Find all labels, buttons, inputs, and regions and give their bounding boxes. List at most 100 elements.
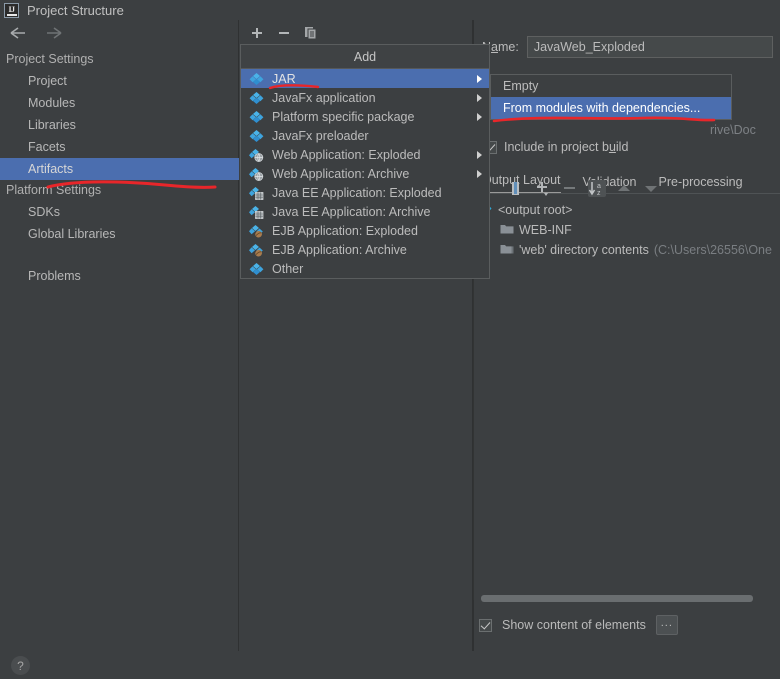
output-layout-toolbar: a z bbox=[480, 177, 780, 199]
add-artifact-button[interactable] bbox=[249, 25, 265, 41]
menu-item-other[interactable]: Other bbox=[241, 259, 489, 278]
artifact-gem-icon bbox=[249, 91, 264, 105]
menu-item-label: Java EE Application: Archive bbox=[272, 204, 431, 219]
remove-element-icon[interactable] bbox=[561, 180, 579, 197]
web-artifact-icon bbox=[249, 167, 264, 181]
logo-text: IJ bbox=[8, 5, 15, 14]
output-layout-tree: <output root> WEB-INF 'web' directory co… bbox=[482, 200, 780, 260]
javaee-artifact-icon bbox=[249, 186, 264, 200]
add-element-icon[interactable] bbox=[534, 180, 552, 197]
menu-item-jar[interactable]: JAR bbox=[241, 69, 489, 88]
sidebar-item-libraries[interactable]: Libraries bbox=[0, 114, 238, 136]
sidebar-group-platform-settings: Platform Settings bbox=[6, 183, 102, 197]
copy-artifact-button[interactable] bbox=[303, 25, 319, 41]
menu-item-ejb-application-exploded[interactable]: EJB Application: Exploded bbox=[241, 221, 489, 240]
menu-item-web-application-archive[interactable]: Web Application: Archive bbox=[241, 164, 489, 183]
include-in-build-row[interactable]: Include in project build bbox=[484, 140, 628, 154]
sidebar-item-artifacts[interactable]: Artifacts bbox=[0, 158, 239, 180]
add-menu-title: Add bbox=[241, 45, 489, 69]
menu-item-java-ee-application-archive[interactable]: Java EE Application: Archive bbox=[241, 202, 489, 221]
sort-alphabetically-icon[interactable]: a z bbox=[588, 179, 606, 197]
artifact-gem-icon bbox=[249, 72, 264, 86]
more-options-button[interactable]: ... bbox=[655, 615, 678, 635]
back-arrow-icon[interactable] bbox=[8, 25, 28, 41]
archive-icon[interactable] bbox=[507, 180, 525, 197]
chevron-right-icon bbox=[477, 150, 482, 159]
tree-row-label: WEB-INF bbox=[519, 223, 572, 237]
intellij-logo-icon: IJ bbox=[4, 2, 19, 18]
horizontal-scrollbar-track[interactable] bbox=[474, 594, 780, 603]
name-field-overflow-path: rive\Doc bbox=[710, 123, 756, 137]
menu-item-label: JavaFx application bbox=[272, 90, 376, 105]
menu-item-label: EJB Application: Exploded bbox=[272, 223, 418, 238]
menu-item-javafx-preloader[interactable]: JavaFx preloader bbox=[241, 126, 489, 145]
artifact-name-row: Name: bbox=[482, 36, 773, 58]
sidebar-navbar bbox=[0, 20, 238, 46]
menu-item-label: Web Application: Exploded bbox=[272, 147, 421, 162]
ejb-artifact-icon bbox=[249, 243, 264, 257]
web-artifact-icon bbox=[249, 148, 264, 162]
settings-tree: Project Settings Project Modules Librari… bbox=[0, 49, 239, 287]
move-up-icon[interactable] bbox=[615, 180, 633, 197]
chevron-right-icon bbox=[477, 74, 482, 83]
tree-row-web-inf[interactable]: WEB-INF bbox=[482, 220, 780, 240]
horizontal-scrollbar-thumb[interactable] bbox=[481, 595, 753, 602]
chevron-right-icon bbox=[477, 93, 482, 102]
sidebar-item-sdks[interactable]: SDKs bbox=[0, 201, 238, 223]
menu-item-label: EJB Application: Archive bbox=[272, 242, 407, 257]
include-in-build-label: Include in project build bbox=[504, 140, 629, 154]
sidebar-item-problems[interactable]: Problems bbox=[0, 265, 238, 287]
add-artifact-popup-menu: Add JAR JavaFx application Platform spec… bbox=[240, 44, 490, 279]
artifact-gem-icon bbox=[249, 262, 264, 276]
javaee-artifact-icon bbox=[249, 205, 264, 219]
sidebar-item-modules[interactable]: Modules bbox=[0, 92, 238, 114]
menu-item-label: JavaFx preloader bbox=[272, 128, 369, 143]
menu-item-label: Platform specific package bbox=[272, 109, 415, 124]
forward-arrow-icon[interactable] bbox=[44, 25, 64, 41]
menu-item-label: JAR bbox=[272, 71, 296, 86]
menu-item-label: Other bbox=[272, 261, 304, 276]
folder-icon bbox=[500, 223, 514, 238]
artifact-gem-icon bbox=[249, 110, 264, 124]
tree-row-path: (C:\Users\26556\One bbox=[653, 243, 772, 257]
tree-row-output-root[interactable]: <output root> bbox=[482, 200, 780, 220]
dialog-footer: ? bbox=[0, 651, 780, 679]
jar-submenu: Empty From modules with dependencies... bbox=[490, 74, 732, 120]
chevron-right-icon bbox=[477, 112, 482, 121]
tree-row-label: 'web' directory contents bbox=[519, 243, 649, 257]
menu-item-platform-specific-package[interactable]: Platform specific package bbox=[241, 107, 489, 126]
tree-row-label: <output root> bbox=[498, 203, 573, 217]
menu-item-java-ee-application-exploded[interactable]: Java EE Application: Exploded bbox=[241, 183, 489, 202]
menu-item-ejb-application-archive[interactable]: EJB Application: Archive bbox=[241, 240, 489, 259]
tree-row-web-directory-contents[interactable]: 'web' directory contents (C:\Users\26556… bbox=[482, 240, 780, 260]
svg-text:a: a bbox=[597, 183, 601, 190]
sidebar-item-facets[interactable]: Facets bbox=[0, 136, 238, 158]
move-down-icon[interactable] bbox=[642, 180, 660, 197]
sidebar-item-global-libraries[interactable]: Global Libraries bbox=[0, 223, 238, 245]
artifact-gem-icon bbox=[249, 129, 264, 143]
artifacts-toolbar bbox=[239, 20, 472, 46]
folder-copy-icon bbox=[500, 243, 514, 258]
remove-artifact-button[interactable] bbox=[276, 25, 292, 41]
settings-sidebar: Project Settings Project Modules Librari… bbox=[0, 20, 239, 651]
artifact-name-input[interactable] bbox=[526, 36, 773, 58]
show-content-of-elements-checkbox[interactable] bbox=[479, 618, 492, 632]
window-title: Project Structure bbox=[27, 2, 124, 18]
menu-item-javafx-application[interactable]: JavaFx application bbox=[241, 88, 489, 107]
project-structure-dialog: IJ Project Structure Project Settings Pr… bbox=[0, 0, 780, 679]
sidebar-item-project[interactable]: Project bbox=[0, 70, 238, 92]
chevron-right-icon bbox=[477, 169, 482, 178]
show-content-row: Show content of elements ... bbox=[479, 615, 678, 635]
menu-item-web-application-exploded[interactable]: Web Application: Exploded bbox=[241, 145, 489, 164]
menu-item-label: Web Application: Archive bbox=[272, 166, 410, 181]
show-content-of-elements-label: Show content of elements bbox=[502, 618, 646, 632]
title-bar: IJ Project Structure bbox=[0, 0, 780, 20]
svg-text:z: z bbox=[597, 190, 601, 197]
submenu-item-from-modules-with-dependencies[interactable]: From modules with dependencies... bbox=[491, 97, 731, 119]
menu-item-label: Java EE Application: Exploded bbox=[272, 185, 442, 200]
submenu-item-empty[interactable]: Empty bbox=[491, 75, 731, 97]
ejb-artifact-icon bbox=[249, 224, 264, 238]
sidebar-group-project-settings: Project Settings bbox=[6, 52, 94, 66]
help-question-icon[interactable]: ? bbox=[11, 656, 30, 675]
